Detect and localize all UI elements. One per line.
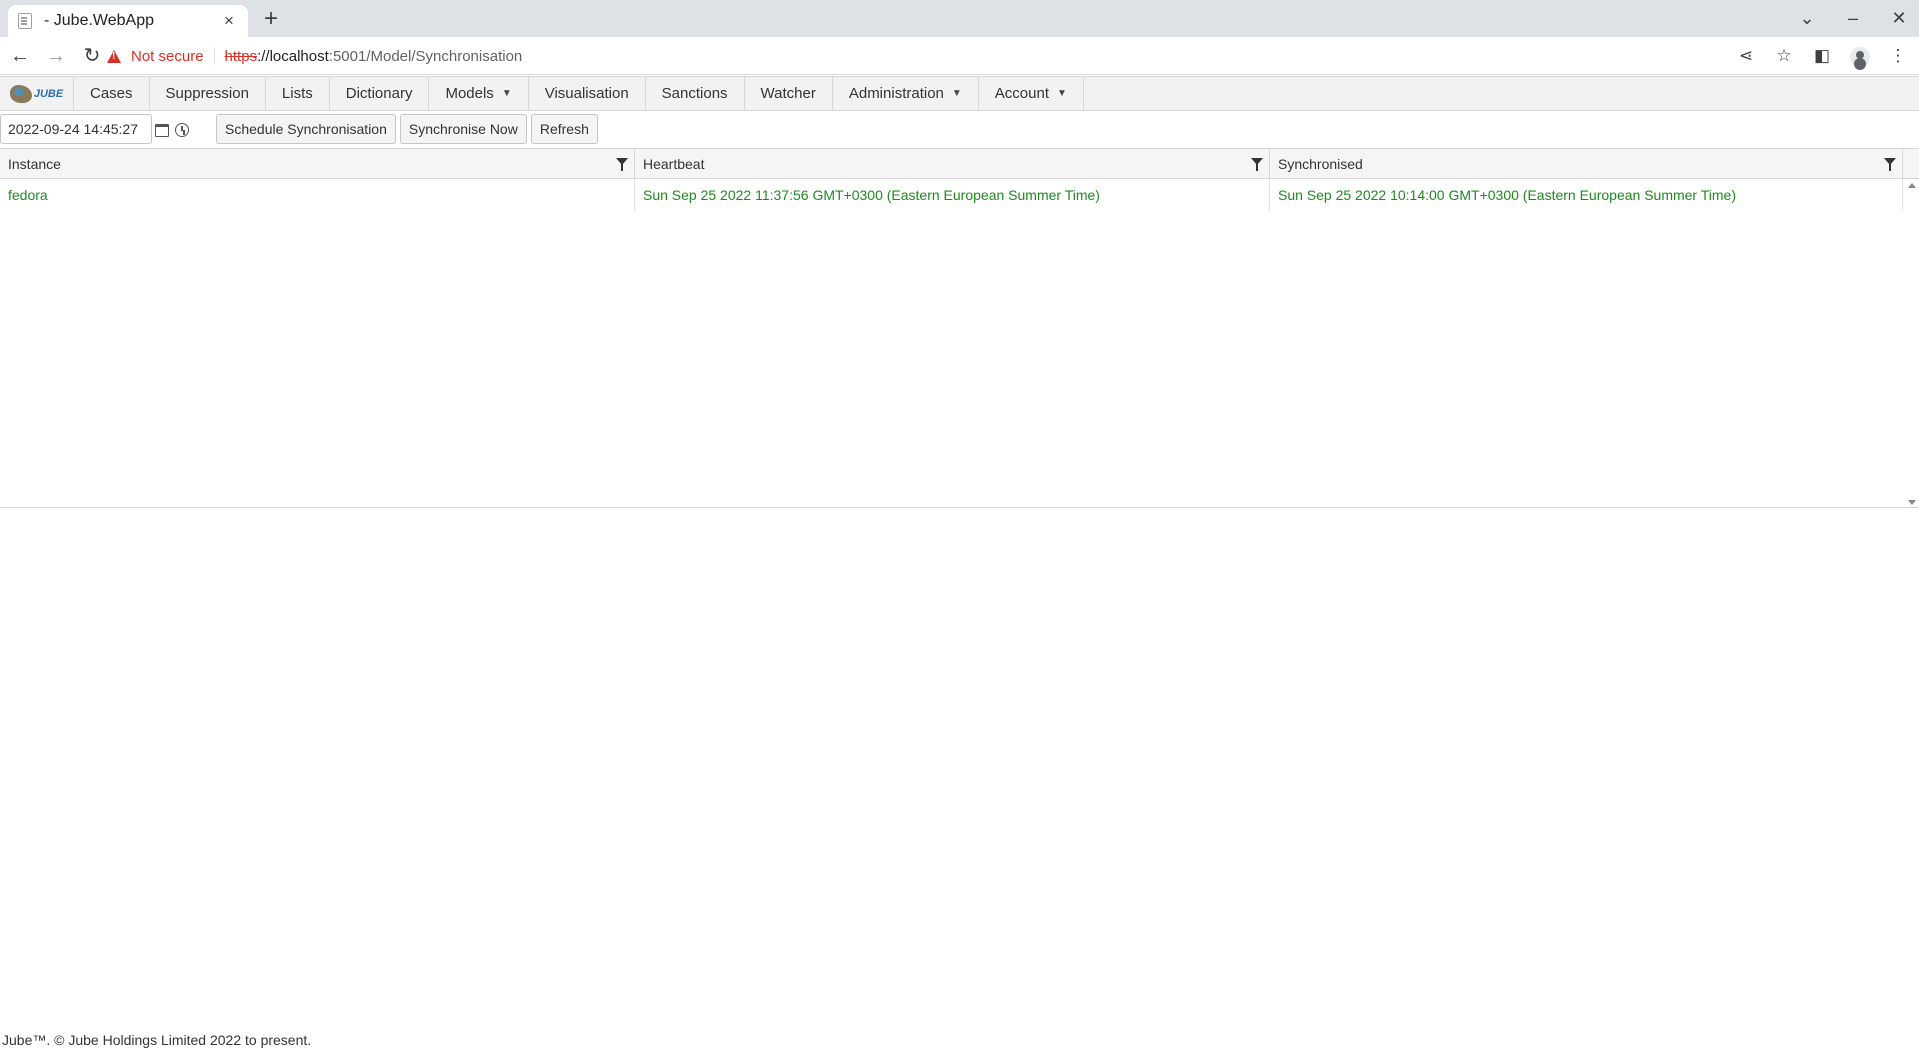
warning-icon: [107, 49, 121, 63]
menu-item-label: Watcher: [760, 85, 816, 102]
menu-item-sanctions[interactable]: Sanctions: [646, 77, 745, 110]
cell-synchronised: Sun Sep 25 2022 10:14:00 GMT+0300 (Easte…: [1270, 179, 1903, 211]
menu-item-label: Models: [445, 85, 494, 102]
page-favicon-icon: [18, 13, 32, 29]
not-secure-label[interactable]: Not secure: [131, 48, 204, 65]
side-panel-icon[interactable]: ◧: [1809, 40, 1835, 72]
close-window-icon[interactable]: ✕: [1885, 4, 1913, 32]
profile-avatar-icon[interactable]: [1847, 40, 1873, 72]
share-icon[interactable]: ⋖: [1733, 40, 1759, 72]
logo-mark-icon: [9, 84, 32, 103]
menu-item-visualisation[interactable]: Visualisation: [529, 77, 646, 110]
refresh-button[interactable]: Refresh: [530, 114, 598, 144]
column-header-label: Synchronised: [1278, 155, 1363, 172]
url-scheme: https: [224, 47, 258, 65]
menu-item-label: Dictionary: [345, 85, 413, 102]
url-host: ://localhost: [257, 47, 329, 65]
synchronise-now-button[interactable]: Synchronise Now: [399, 114, 527, 144]
table-row[interactable]: fedora Sun Sep 25 2022 11:37:56 GMT+0300…: [0, 179, 1919, 211]
menu-item-cases[interactable]: Cases: [74, 77, 150, 110]
caret-down-icon: ▼: [501, 88, 512, 99]
menu-item-suppression[interactable]: Suppression: [150, 77, 266, 110]
grid-scrollbar[interactable]: [1905, 180, 1919, 508]
cell-heartbeat: Sun Sep 25 2022 11:37:56 GMT+0300 (Easte…: [635, 179, 1270, 211]
jube-logo[interactable]: JUBE: [0, 77, 74, 110]
url-path: :5001/Model/Synchronisation: [328, 47, 523, 65]
address-bar[interactable]: Not secure https://localhost:5001/Model/…: [107, 40, 1752, 72]
new-tab-button[interactable]: +: [257, 6, 285, 34]
menu-item-models[interactable]: Models ▼: [429, 77, 529, 110]
column-header-label: Heartbeat: [643, 155, 705, 172]
menu-item-label: Sanctions: [661, 85, 728, 102]
bookmark-star-icon[interactable]: ☆: [1771, 40, 1797, 72]
clock-icon[interactable]: [175, 123, 189, 137]
column-header-instance[interactable]: Instance: [0, 149, 635, 178]
filter-icon[interactable]: [1251, 158, 1263, 171]
menu-item-dictionary[interactable]: Dictionary: [330, 77, 430, 110]
omnibox-divider: [213, 47, 215, 65]
schedule-datetime-input[interactable]: 2022-09-24 14:45:27: [0, 114, 189, 144]
browser-menu-icon[interactable]: ⋮: [1885, 40, 1911, 72]
caret-down-icon: ▼: [1057, 88, 1067, 99]
minimize-icon[interactable]: –: [1839, 4, 1867, 32]
back-icon[interactable]: ←: [4, 40, 36, 72]
schedule-synchronisation-button[interactable]: Schedule Synchronisation: [216, 114, 396, 144]
menu-item-label: Lists: [281, 85, 313, 102]
tab-close-icon[interactable]: ×: [220, 11, 238, 31]
logo-text: JUBE: [33, 87, 64, 100]
tab-title: - Jube.WebApp: [44, 12, 154, 29]
cell-instance: fedora: [0, 179, 635, 211]
datetime-value: 2022-09-24 14:45:27: [8, 121, 138, 137]
menu-item-label: Visualisation: [544, 85, 629, 102]
reload-icon[interactable]: ↻: [76, 40, 108, 72]
filter-icon[interactable]: [1884, 158, 1896, 171]
menu-item-lists[interactable]: Lists: [266, 77, 330, 110]
action-toolbar: 2022-09-24 14:45:27 Schedule Synchronisa…: [0, 112, 1919, 146]
menu-item-watcher[interactable]: Watcher: [745, 77, 833, 110]
column-header-synchronised[interactable]: Synchronised: [1270, 149, 1903, 178]
footer-copyright: Jube™. © Jube Holdings Limited 2022 to p…: [2, 1032, 312, 1048]
app-menu-bar: JUBE Cases Suppression Lists Dictionary …: [0, 76, 1919, 111]
grid-header: Instance Heartbeat Synchronised: [0, 149, 1919, 179]
toolbar-actions: ⋖ ☆ ◧ ⋮: [1733, 40, 1911, 72]
synchronisation-grid: Instance Heartbeat Synchronised fedora S…: [0, 148, 1919, 508]
scroll-up-icon[interactable]: [1908, 183, 1916, 188]
column-header-heartbeat[interactable]: Heartbeat: [635, 149, 1270, 178]
menu-item-label: Cases: [90, 85, 133, 102]
browser-tab[interactable]: - Jube.WebApp ×: [8, 5, 248, 37]
column-header-label: Instance: [8, 155, 61, 172]
calendar-icon[interactable]: [155, 123, 169, 137]
scroll-down-icon[interactable]: [1908, 500, 1916, 505]
filter-icon[interactable]: [616, 158, 628, 171]
menu-item-label: Administration: [848, 85, 944, 102]
browser-tabstrip: - Jube.WebApp × + ⌄ – ✕: [0, 0, 1919, 37]
forward-icon[interactable]: →: [40, 40, 72, 72]
menu-item-label: Account: [994, 85, 1049, 102]
browser-toolbar: ← → ↻ Not secure https://localhost:5001/…: [0, 37, 1919, 75]
window-controls: ⌄ – ✕: [1793, 4, 1913, 32]
menu-item-account[interactable]: Account ▼: [979, 77, 1084, 110]
datetime-picker-icons: [155, 115, 189, 145]
menu-item-label: Suppression: [165, 85, 249, 102]
tab-search-icon[interactable]: ⌄: [1793, 4, 1821, 32]
caret-down-icon: ▼: [951, 88, 962, 99]
menu-item-administration[interactable]: Administration ▼: [833, 77, 979, 110]
